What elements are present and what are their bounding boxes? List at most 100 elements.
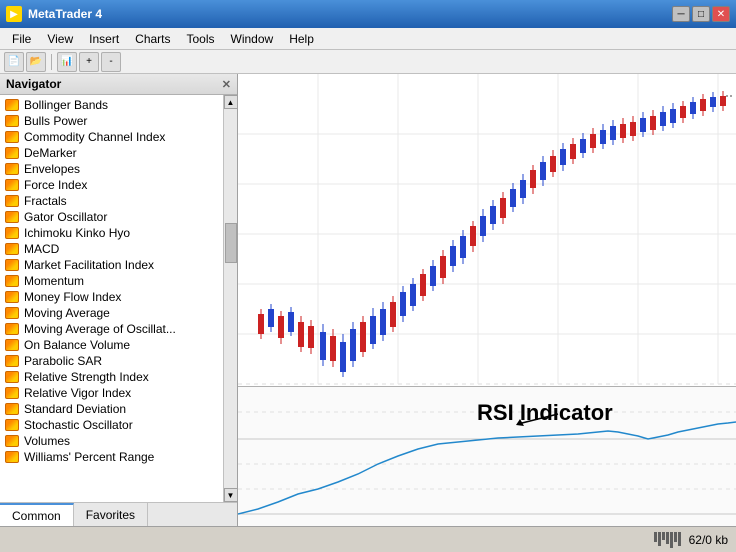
indicator-icon (4, 434, 20, 448)
menu-window[interactable]: Window (223, 30, 282, 48)
title-bar: ▶ MetaTrader 4 ─ □ ✕ (0, 0, 736, 28)
tab-favorites[interactable]: Favorites (74, 503, 148, 526)
indicator-icon (4, 242, 20, 256)
list-item[interactable]: Momentum (0, 273, 223, 289)
memory-usage: 62/0 kb (689, 533, 728, 547)
indicator-label: MACD (24, 242, 59, 256)
menu-bar: File View Insert Charts Tools Window Hel… (0, 28, 736, 50)
list-item[interactable]: Stochastic Oscillator (0, 417, 223, 433)
indicator-icon (4, 114, 20, 128)
indicator-icon (4, 322, 20, 336)
toolbar: 📄 📂 📊 + - (0, 50, 736, 74)
list-item[interactable]: Money Flow Index (0, 289, 223, 305)
navigator-panel: Navigator ✕ Bollinger Bands Bulls Power Co… (0, 74, 238, 526)
list-item[interactable]: DeMarker (0, 145, 223, 161)
indicator-icon (4, 386, 20, 400)
navigator-close-button[interactable]: ✕ (222, 78, 231, 91)
title-bar-controls: ─ □ ✕ (672, 6, 730, 22)
toolbar-btn-new[interactable]: 📄 (4, 52, 24, 72)
nav-tabs: Common Favorites (0, 502, 237, 526)
tab-common[interactable]: Common (0, 503, 74, 526)
indicator-label: Stochastic Oscillator (24, 418, 133, 432)
navigator-header: Navigator ✕ (0, 74, 237, 95)
indicator-label: Standard Deviation (24, 402, 126, 416)
indicator-icon (4, 98, 20, 112)
list-item[interactable]: Ichimoku Kinko Hyo (0, 225, 223, 241)
indicator-label: On Balance Volume (24, 338, 130, 352)
list-item[interactable]: On Balance Volume (0, 337, 223, 353)
indicator-icon (4, 162, 20, 176)
app-icon: ▶ (6, 6, 22, 22)
indicator-label: Momentum (24, 274, 84, 288)
list-item[interactable]: Market Facilitation Index (0, 257, 223, 273)
nav-scrollbar: ▲ ▼ (223, 95, 237, 502)
list-item[interactable]: Bulls Power (0, 113, 223, 129)
menu-help[interactable]: Help (281, 30, 322, 48)
indicator-label: Force Index (24, 178, 87, 192)
indicator-icon (4, 402, 20, 416)
status-bar: 62/0 kb (0, 526, 736, 552)
list-item[interactable]: Commodity Channel Index (0, 129, 223, 145)
title-text: MetaTrader 4 (28, 7, 102, 21)
indicator-label: DeMarker (24, 146, 77, 160)
indicator-list: Bollinger Bands Bulls Power Commodity Chan… (0, 95, 223, 502)
indicator-icon (4, 130, 20, 144)
indicator-label: Bulls Power (24, 114, 87, 128)
scroll-down-button[interactable]: ▼ (224, 488, 238, 502)
list-item[interactable]: Moving Average of Oscillat... (0, 321, 223, 337)
chart-svg (238, 74, 736, 526)
navigator-title: Navigator (6, 77, 61, 91)
indicator-icon (4, 258, 20, 272)
indicator-label: Williams' Percent Range (24, 450, 154, 464)
indicator-label: Moving Average of Oscillat... (24, 322, 176, 336)
indicator-label: Gator Oscillator (24, 210, 107, 224)
scroll-up-button[interactable]: ▲ (224, 95, 238, 109)
list-item[interactable]: Parabolic SAR (0, 353, 223, 369)
indicator-label: Relative Vigor Index (24, 386, 131, 400)
indicator-label: Market Facilitation Index (24, 258, 154, 272)
scroll-thumb (225, 223, 237, 263)
list-item[interactable]: Envelopes (0, 161, 223, 177)
indicator-label: Bollinger Bands (24, 98, 108, 112)
indicator-label: Fractals (24, 194, 67, 208)
list-item[interactable]: Volumes (0, 433, 223, 449)
chart-area[interactable]: RSI Indicator (238, 74, 736, 526)
menu-view[interactable]: View (39, 30, 81, 48)
toolbar-btn-zoom-out[interactable]: - (101, 52, 121, 72)
indicator-icon (4, 338, 20, 352)
list-item[interactable]: Relative Vigor Index (0, 385, 223, 401)
menu-charts[interactable]: Charts (127, 30, 178, 48)
close-button[interactable]: ✕ (712, 6, 730, 22)
indicator-icon (4, 178, 20, 192)
indicator-label: Ichimoku Kinko Hyo (24, 226, 130, 240)
minimize-button[interactable]: ─ (672, 6, 690, 22)
toolbar-separator-1 (51, 54, 52, 70)
toolbar-btn-open[interactable]: 📂 (26, 52, 46, 72)
menu-file[interactable]: File (4, 30, 39, 48)
indicator-icon (4, 226, 20, 240)
main-layout: Navigator ✕ Bollinger Bands Bulls Power Co… (0, 74, 736, 526)
toolbar-btn-chart[interactable]: 📊 (57, 52, 77, 72)
indicator-icon (4, 146, 20, 160)
indicator-icon (4, 274, 20, 288)
scroll-track[interactable] (224, 109, 238, 488)
list-item[interactable]: Fractals (0, 193, 223, 209)
list-item[interactable]: Standard Deviation (0, 401, 223, 417)
indicator-icon (4, 354, 20, 368)
indicator-icon (4, 450, 20, 464)
list-item[interactable]: Moving Average (0, 305, 223, 321)
list-item[interactable]: Relative Strength Index (0, 369, 223, 385)
list-item[interactable]: Williams' Percent Range (0, 449, 223, 465)
toolbar-btn-zoom-in[interactable]: + (79, 52, 99, 72)
list-item[interactable]: Force Index (0, 177, 223, 193)
indicator-label: Commodity Channel Index (24, 130, 165, 144)
indicator-label: Volumes (24, 434, 70, 448)
menu-tools[interactable]: Tools (179, 30, 223, 48)
indicator-icon (4, 370, 20, 384)
list-item[interactable]: MACD (0, 241, 223, 257)
indicator-label: Moving Average (24, 306, 110, 320)
list-item[interactable]: Gator Oscillator (0, 209, 223, 225)
maximize-button[interactable]: □ (692, 6, 710, 22)
menu-insert[interactable]: Insert (81, 30, 127, 48)
list-item[interactable]: Bollinger Bands (0, 97, 223, 113)
